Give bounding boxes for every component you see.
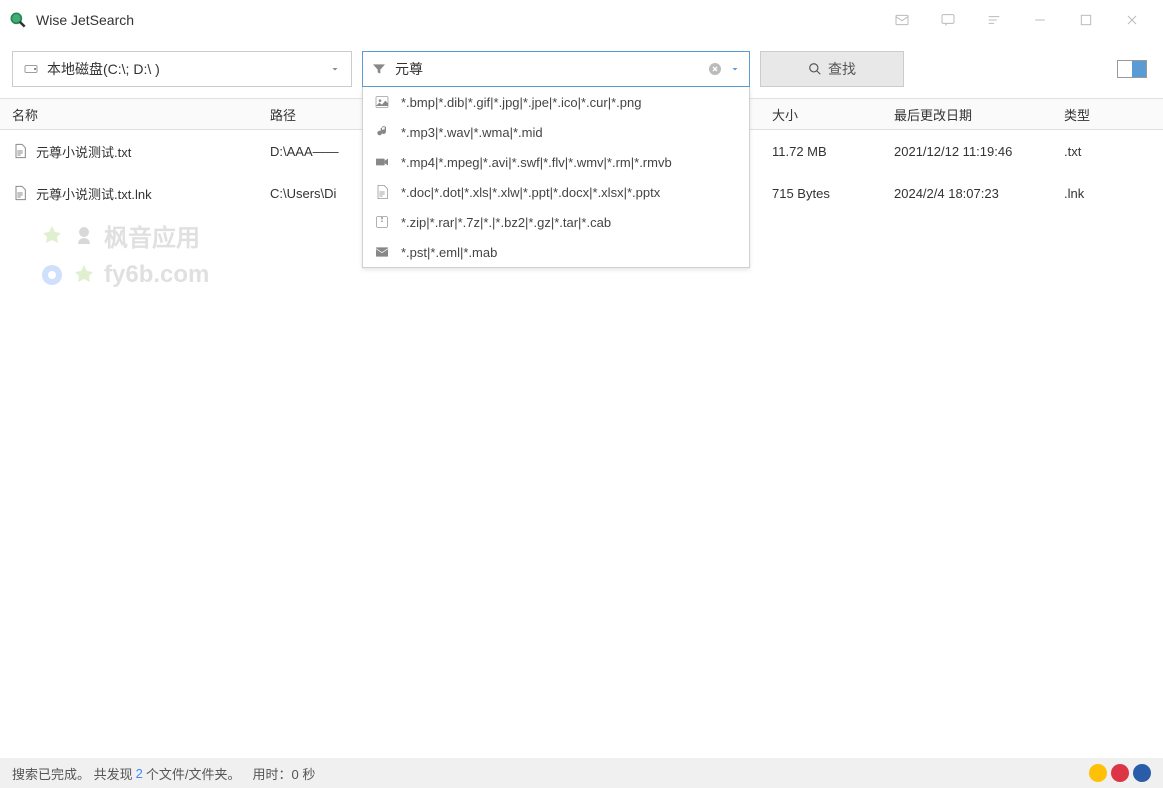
filter-label: *.mp3|*.wav|*.wma|*.mid	[401, 125, 543, 140]
file-type: .lnk	[1064, 186, 1163, 201]
search-button-label: 查找	[828, 59, 856, 79]
filter-item-archive[interactable]: *.zip|*.rar|*.7z|*.|*.bz2|*.gz|*.tar|*.c…	[363, 207, 749, 237]
column-date[interactable]: 最后更改日期	[894, 105, 1064, 124]
file-date: 2021/12/12 11:19:46	[894, 144, 1064, 159]
drive-label: 本地磁盘(C:\; D:\ )	[47, 59, 329, 79]
file-icon	[12, 185, 28, 201]
app-icon	[8, 10, 28, 30]
watermark: 枫音应用 fy6b.com	[40, 218, 209, 289]
filter-label: *.doc|*.dot|*.xls|*.xlw|*.ppt|*.docx|*.x…	[401, 185, 660, 200]
file-date: 2024/2/4 18:07:23	[894, 186, 1064, 201]
document-icon	[373, 183, 391, 201]
statusbar: 搜索已完成。 共发现 2 个文件/文件夹。 用时： 0 秒	[0, 758, 1163, 788]
filter-item-video[interactable]: *.mp4|*.mpeg|*.avi|*.swf|*.flv|*.wmv|*.r…	[363, 147, 749, 177]
filter-dropdown: *.bmp|*.dib|*.gif|*.jpg|*.jpe|*.ico|*.cu…	[362, 87, 750, 268]
filter-icon	[371, 61, 387, 77]
file-icon	[12, 143, 28, 159]
search-box	[362, 51, 750, 87]
filter-label: *.mp4|*.mpeg|*.avi|*.swf|*.flv|*.wmv|*.r…	[401, 155, 672, 170]
status-mid: 个文件/文件夹。	[146, 764, 241, 783]
maximize-button[interactable]	[1063, 0, 1109, 40]
search-button[interactable]: 查找	[760, 51, 904, 87]
column-name[interactable]: 名称	[0, 105, 270, 124]
share-icon[interactable]	[1133, 764, 1151, 782]
file-name: 元尊小说测试.txt	[36, 142, 131, 161]
drive-selector[interactable]: 本地磁盘(C:\; D:\ )	[12, 51, 352, 87]
video-icon	[373, 153, 391, 171]
mail-icon	[373, 243, 391, 261]
filter-item-image[interactable]: *.bmp|*.dib|*.gif|*.jpg|*.jpe|*.ico|*.cu…	[363, 87, 749, 117]
menu-button[interactable]	[971, 0, 1017, 40]
minimize-button[interactable]	[1017, 0, 1063, 40]
filter-label: *.bmp|*.dib|*.gif|*.jpg|*.jpe|*.ico|*.cu…	[401, 95, 641, 110]
feedback-button[interactable]	[925, 0, 971, 40]
search-input[interactable]	[395, 61, 707, 77]
status-count: 2	[136, 766, 143, 781]
image-icon	[373, 93, 391, 111]
weibo-icon[interactable]	[1111, 764, 1129, 782]
drive-icon	[23, 61, 39, 77]
status-prefix: 搜索已完成。 共发现	[12, 764, 133, 783]
close-button[interactable]	[1109, 0, 1155, 40]
titlebar: Wise JetSearch	[0, 0, 1163, 40]
toolbar: 本地磁盘(C:\; D:\ ) *.bmp|*.dib|*.gif|*.jpg|…	[0, 40, 1163, 98]
dropdown-arrow-icon[interactable]	[729, 63, 741, 75]
file-size: 715 Bytes	[772, 186, 894, 201]
filter-item-mail[interactable]: *.pst|*.eml|*.mab	[363, 237, 749, 267]
filter-item-document[interactable]: *.doc|*.dot|*.xls|*.xlw|*.ppt|*.docx|*.x…	[363, 177, 749, 207]
file-name: 元尊小说测试.txt.lnk	[36, 184, 152, 203]
search-icon	[808, 62, 822, 76]
chevron-down-icon	[329, 63, 341, 75]
mail-button[interactable]	[879, 0, 925, 40]
filter-label: *.zip|*.rar|*.7z|*.|*.bz2|*.gz|*.tar|*.c…	[401, 215, 611, 230]
column-type[interactable]: 类型	[1064, 105, 1163, 124]
filter-label: *.pst|*.eml|*.mab	[401, 245, 497, 260]
file-type: .txt	[1064, 144, 1163, 159]
column-size[interactable]: 大小	[772, 105, 894, 124]
app-title: Wise JetSearch	[36, 12, 134, 28]
file-size: 11.72 MB	[772, 144, 894, 159]
status-time-label: 用时：	[252, 764, 291, 783]
view-toggle[interactable]	[1117, 60, 1147, 78]
status-badge-icon[interactable]	[1089, 764, 1107, 782]
filter-item-music[interactable]: *.mp3|*.wav|*.wma|*.mid	[363, 117, 749, 147]
status-time-value: 0 秒	[292, 764, 316, 783]
clear-icon[interactable]	[707, 61, 723, 77]
archive-icon	[373, 213, 391, 231]
music-icon	[373, 123, 391, 141]
